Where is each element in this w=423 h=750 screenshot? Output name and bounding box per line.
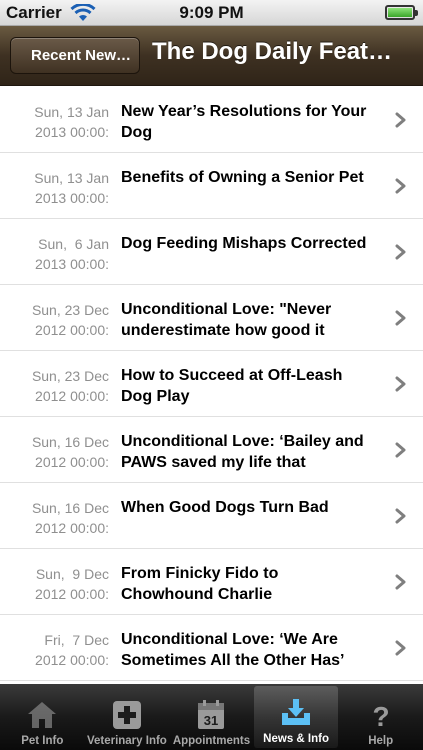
chevron-right-icon [395, 112, 406, 128]
tab-news-info[interactable]: News & Info [253, 686, 339, 748]
article-date-day: Sun, 9 Dec [35, 566, 109, 582]
article-date-day: Fri, 7 Dec [44, 632, 109, 648]
list-item[interactable]: Sun, 16 Dec 2012 00:00: Unconditional Love… [0, 417, 423, 483]
question-mark-glyph: ? [372, 701, 389, 731]
status-bar: Carrier 9:09 PM [0, 0, 423, 26]
chevron-right-icon [395, 244, 406, 260]
article-date-day: Sun, 23 Dec [31, 302, 109, 318]
battery-icon [385, 5, 418, 20]
back-button-label: Recent New… [30, 47, 132, 64]
article-date: Fri, 7 Dec 2012 00:00: [27, 630, 109, 670]
article-date-day: Sun, 13 Jan [34, 170, 109, 186]
article-date: Sun, 6 Jan 2013 00:00: [27, 234, 109, 274]
article-date-year: 2012 00:00: [35, 520, 109, 536]
page-title: The Dog Daily Feat… [152, 38, 393, 65]
tab-label: Help [368, 735, 394, 747]
article-date-year: 2012 00:00: [35, 454, 109, 470]
chevron-right-icon [395, 640, 406, 656]
tab-label: News & Info [263, 733, 329, 745]
article-date: Sun, 13 Jan 2013 00:00: [27, 168, 109, 208]
tab-help[interactable]: ? Help [338, 684, 423, 750]
download-tray-icon [282, 699, 311, 725]
article-date-year: 2012 00:00: [35, 322, 109, 338]
chevron-right-icon [395, 376, 406, 392]
tab-bar: Pet Info Veterinary Info 31 Appointments New… [0, 684, 423, 750]
house-icon [28, 702, 57, 728]
list-item[interactable]: Fri, 7 Dec 2012 00:00: Unconditional Love:… [0, 615, 423, 681]
article-date: Sun, 23 Dec 2012 00:00: [27, 366, 109, 406]
tab-label: Appointments [172, 735, 251, 747]
article-title: Unconditional Love: "Never underestimate… [121, 301, 332, 339]
list-item[interactable]: Sun, 16 Dec 2012 00:00: When Good Dogs Tur… [0, 483, 423, 549]
article-title: Unconditional Love: ‘Bailey and PAWS sav… [121, 433, 364, 471]
list-item[interactable]: Sun, 13 Jan 2013 00:00: New Year’s Resolut… [0, 87, 423, 153]
article-title: New Year’s Resolutions for Your Dog [121, 103, 367, 141]
article-list[interactable]: Sun, 13 Jan 2013 00:00: New Year’s Resolut… [0, 87, 423, 684]
article-date-year: 2012 00:00: [35, 586, 109, 602]
article-title: How to Succeed at Off-Leash Dog Play [121, 367, 343, 405]
article-title: From Finicky Fido to Chowhound Charlie [121, 565, 279, 603]
calendar-icon-day: 31 [204, 713, 218, 728]
tab-veterinary-info[interactable]: Veterinary Info [85, 684, 170, 750]
list-item[interactable]: Sun, 23 Dec 2012 00:00: How to Succeed at … [0, 351, 423, 417]
chevron-right-icon [395, 574, 406, 590]
chevron-right-icon [395, 508, 406, 524]
article-date-day: Sun, 16 Dec [31, 500, 109, 516]
article-date-year: 2012 00:00: [35, 388, 109, 404]
chevron-right-icon [395, 442, 406, 458]
medical-cross-icon [112, 701, 141, 729]
list-item[interactable]: Sun, 6 Jan 2013 00:00: Dog Feeding Mishaps… [0, 219, 423, 285]
article-date-day: Sun, 13 Jan [34, 104, 109, 120]
chevron-right-icon [395, 310, 406, 326]
article-date: Sun, 23 Dec 2012 00:00: [27, 300, 109, 340]
article-date: Sun, 16 Dec 2012 00:00: [27, 432, 109, 472]
article-date-year: 2012 00:00: [35, 652, 109, 668]
back-button[interactable]: Recent New… [10, 37, 140, 74]
article-date-day: Sun, 23 Dec [31, 368, 109, 384]
article-title: Dog Feeding Mishaps Corrected [121, 235, 367, 252]
question-mark-icon: ? [372, 701, 389, 731]
article-date: Sun, 16 Dec 2012 00:00: [27, 498, 109, 538]
article-date-year: 2013 00:00: [35, 256, 109, 272]
article-date-day: Sun, 16 Dec [31, 434, 109, 450]
tab-pet-info[interactable]: Pet Info [0, 684, 85, 750]
article-date-year: 2013 00:00: [35, 190, 109, 206]
navigation-bar: Recent New… The Dog Daily Feat… [0, 26, 423, 86]
clock: 9:09 PM [179, 3, 244, 22]
article-title: Unconditional Love: ‘We Are Sometimes Al… [121, 631, 345, 669]
calendar-icon: 31 [198, 700, 225, 729]
tab-appointments[interactable]: 31 Appointments [169, 684, 254, 750]
article-date: Sun, 9 Dec 2012 00:00: [27, 564, 109, 604]
tab-label: Veterinary Info [86, 735, 167, 747]
list-item[interactable]: Sun, 13 Jan 2013 00:00: Benefits of Owning… [0, 153, 423, 219]
article-title: When Good Dogs Turn Bad [121, 499, 329, 516]
article-title: Benefits of Owning a Senior Pet [121, 169, 364, 186]
article-date-day: Sun, 6 Jan [38, 236, 109, 252]
chevron-right-icon [395, 178, 406, 194]
article-date-year: 2013 00:00: [35, 124, 109, 140]
list-item[interactable]: Sun, 23 Dec 2012 00:00: Unconditional Love… [0, 285, 423, 351]
list-item[interactable]: Sun, 9 Dec 2012 00:00: From Finicky Fido t… [0, 549, 423, 615]
tab-label: Pet Info [21, 735, 64, 747]
article-date: Sun, 13 Jan 2013 00:00: [27, 102, 109, 142]
